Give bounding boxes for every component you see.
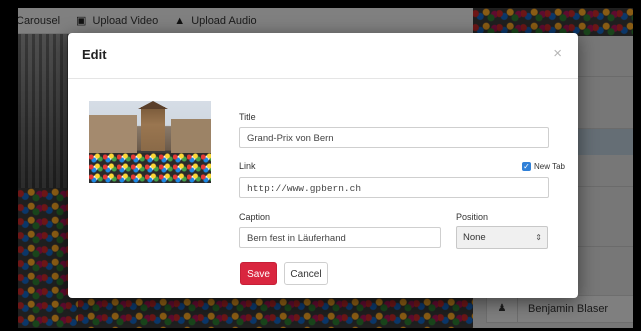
- screen: Carousel ▣ Upload Video ▲ Upload Audio ♟…: [18, 8, 633, 328]
- title-label: Title: [239, 112, 256, 122]
- close-icon[interactable]: ×: [553, 45, 562, 62]
- save-button[interactable]: Save: [240, 262, 277, 285]
- thumbnail-crowd: [89, 153, 211, 183]
- thumbnail-clock-tower: [141, 107, 165, 151]
- new-tab-label: New Tab: [534, 162, 565, 171]
- position-label: Position: [456, 212, 489, 222]
- new-tab-checkbox[interactable]: ✓: [522, 162, 531, 171]
- caption-label: Caption: [239, 212, 271, 222]
- image-thumbnail: [89, 101, 211, 183]
- select-arrows-icon: ⇕: [535, 233, 542, 242]
- cancel-button[interactable]: Cancel: [284, 262, 328, 285]
- link-label: Link: [239, 161, 256, 171]
- edit-modal: Edit × Title Grand-Prix von Bern Link ✓ …: [68, 33, 578, 298]
- new-tab-toggle[interactable]: ✓ New Tab: [522, 162, 565, 171]
- modal-title: Edit: [82, 47, 107, 62]
- position-select-value: None: [463, 232, 486, 243]
- modal-header: Edit ×: [68, 33, 578, 79]
- caption-input[interactable]: Bern fest in Läuferhand: [239, 227, 441, 248]
- position-select[interactable]: None ⇕: [456, 226, 548, 249]
- title-input[interactable]: Grand-Prix von Bern: [239, 127, 549, 148]
- link-input[interactable]: http://www.gpbern.ch: [239, 177, 549, 198]
